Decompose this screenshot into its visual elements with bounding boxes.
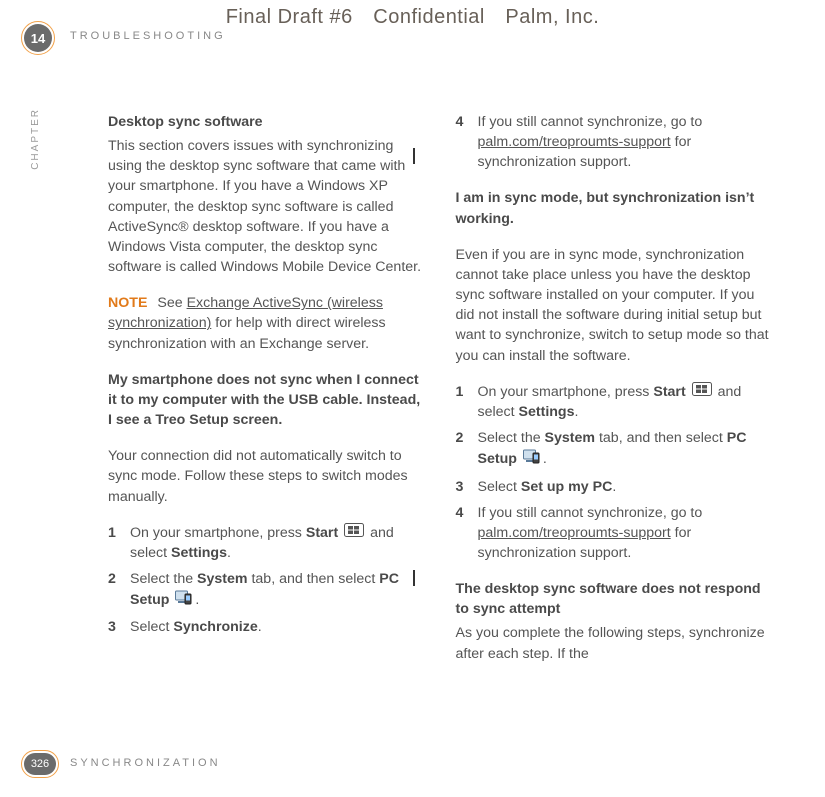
section-title-top: TROUBLESHOOTING (70, 30, 226, 42)
paragraph: Your connection did not automatically sw… (108, 446, 422, 506)
heading: The desktop sync software does not respo… (456, 579, 770, 619)
step-number: 1 (456, 382, 478, 422)
paragraph: This section covers issues with synchron… (108, 136, 422, 277)
link-text[interactable]: palm.com/treoproumts-support (478, 134, 671, 150)
note-label: NOTE (108, 295, 147, 311)
page-number-badge: 326 (24, 753, 56, 775)
pc-setup-icon (523, 448, 541, 470)
step-text: If you still cannot synchronize, go to p… (478, 503, 770, 563)
step-text: Select the System tab, and then select P… (478, 428, 770, 470)
step-number: 2 (456, 428, 478, 470)
list-item: 3Select Synchronize. (108, 617, 422, 637)
step-text: On your smartphone, press Start and sele… (478, 382, 770, 422)
step-list: 1On your smartphone, press Start and sel… (108, 523, 422, 638)
heading: My smartphone does not sync when I conne… (108, 370, 422, 430)
right-column: 4If you still cannot synchronize, go to … (456, 112, 770, 717)
chapter-label-vertical: CHAPTER (30, 108, 41, 170)
step-number: 4 (456, 112, 478, 172)
step-text: If you still cannot synchronize, go to p… (478, 112, 770, 172)
step-text: Select the System tab, and then select P… (130, 569, 422, 611)
text: See (153, 295, 186, 311)
list-item: 3Select Set up my PC. (456, 477, 770, 497)
paragraph: Even if you are in sync mode, synchroniz… (456, 245, 770, 366)
step-number: 3 (108, 617, 130, 637)
link-text[interactable]: palm.com/treoproumts-support (478, 525, 671, 541)
left-column: Desktop sync software This section cover… (108, 112, 422, 717)
paragraph: As you complete the following steps, syn… (456, 623, 770, 663)
step-text: On your smartphone, press Start and sele… (130, 523, 422, 563)
list-item: 2Select the System tab, and then select … (456, 428, 770, 470)
step-list: 1On your smartphone, press Start and sel… (456, 382, 770, 563)
section-title-bottom: SYNCHRONIZATION (70, 757, 221, 769)
heading: I am in sync mode, but synchronization i… (456, 188, 770, 228)
list-item: 1On your smartphone, press Start and sel… (108, 523, 422, 563)
step-number: 2 (108, 569, 130, 611)
step-text: Select Set up my PC. (478, 477, 770, 497)
step-number: 3 (456, 477, 478, 497)
page-columns: Desktop sync software This section cover… (108, 112, 769, 717)
note-paragraph: NOTE See Exchange ActiveSync (wireless s… (108, 293, 422, 353)
list-item: 1On your smartphone, press Start and sel… (456, 382, 770, 422)
step-list: 4If you still cannot synchronize, go to … (456, 112, 770, 172)
pc-setup-icon (175, 589, 193, 611)
start-icon (344, 523, 364, 543)
step-number: 4 (456, 503, 478, 563)
list-item: 2Select the System tab, and then select … (108, 569, 422, 611)
start-icon (692, 382, 712, 402)
draft-header: Final Draft #6 Confidential Palm, Inc. (0, 6, 825, 29)
chapter-number-badge: 14 (24, 24, 52, 52)
list-item: 4If you still cannot synchronize, go to … (456, 503, 770, 563)
heading: Desktop sync software (108, 112, 422, 132)
step-number: 1 (108, 523, 130, 563)
list-item: 4If you still cannot synchronize, go to … (456, 112, 770, 172)
step-text: Select Synchronize. (130, 617, 422, 637)
